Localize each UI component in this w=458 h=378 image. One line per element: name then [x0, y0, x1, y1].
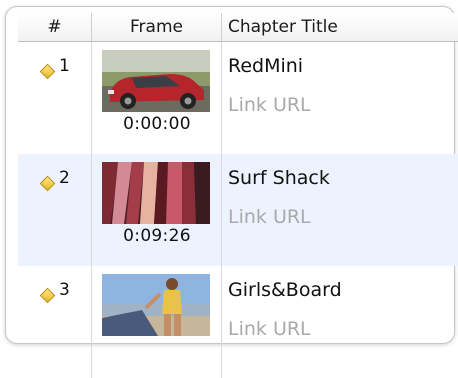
chapter-marker-icon: [39, 287, 56, 304]
column-header-frame[interactable]: Frame: [92, 13, 222, 41]
column-header-number[interactable]: #: [18, 13, 92, 41]
chapter-number: 3: [59, 280, 70, 300]
chapter-number: 1: [59, 56, 70, 76]
chapter-title-field[interactable]: Surf Shack: [228, 167, 330, 189]
chapter-marker-icon: [39, 175, 56, 192]
link-url-field[interactable]: Link URL: [228, 206, 311, 228]
frame-thumbnail[interactable]: [102, 50, 210, 112]
title-cell: Surf Shack Link URL: [222, 154, 458, 266]
chapter-row[interactable]: 3 Girls&Board Link URL: [18, 266, 458, 378]
chapter-row[interactable]: 2 0:09:26 Surf Shack Link URL: [18, 154, 458, 266]
chapter-number-cell: 1: [18, 42, 92, 154]
chapter-title-field[interactable]: Girls&Board: [228, 279, 342, 301]
title-cell: Girls&Board Link URL: [222, 266, 458, 378]
chapter-marker-icon: [39, 63, 56, 80]
column-header-chapter-title[interactable]: Chapter Title: [222, 13, 458, 41]
frame-thumbnail[interactable]: [102, 162, 210, 224]
link-url-field[interactable]: Link URL: [228, 318, 311, 340]
chapter-number: 2: [59, 168, 70, 188]
frame-cell: 0:09:26: [92, 154, 222, 266]
title-cell: RedMini Link URL: [222, 42, 458, 154]
link-url-field[interactable]: Link URL: [228, 94, 311, 116]
chapter-number-cell: 3: [18, 266, 92, 378]
chapter-row[interactable]: 1 0:00:00 RedMini Link URL: [18, 42, 458, 154]
frame-cell: [92, 266, 222, 378]
frame-timecode: 0:09:26: [123, 226, 191, 246]
frame-thumbnail[interactable]: [102, 274, 210, 336]
chapter-title-field[interactable]: RedMini: [228, 55, 303, 77]
chapter-list: 1 0:00:00 RedMini Link URL 2 0:09:26 Sur…: [18, 42, 458, 378]
chapter-number-cell: 2: [18, 154, 92, 266]
frame-timecode: 0:00:00: [123, 114, 191, 134]
table-header: # Frame Chapter Title: [18, 13, 458, 42]
frame-cell: 0:00:00: [92, 42, 222, 154]
